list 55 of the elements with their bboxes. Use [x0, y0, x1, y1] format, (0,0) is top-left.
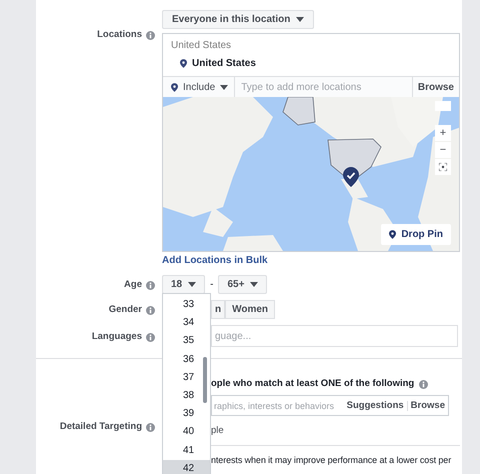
targeting-search-field[interactable]: raphics, interests or behaviors Suggestions Browse: [211, 395, 449, 416]
recenter-button[interactable]: [435, 159, 451, 175]
min-age-dropdown[interactable]: 18: [162, 275, 206, 294]
suggestions-button[interactable]: Suggestions: [344, 400, 407, 411]
scrollbar-thumb[interactable]: [203, 357, 207, 403]
field-label: Detailed Targeting: [60, 421, 142, 432]
age-option[interactable]: 38: [163, 386, 210, 406]
caret-icon: [220, 84, 228, 90]
gender-option[interactable]: n: [211, 300, 226, 319]
location-pin-icon: [180, 59, 187, 68]
location-pin-icon: [389, 230, 396, 239]
field-label: Languages: [92, 330, 142, 342]
info-icon: [146, 31, 155, 40]
expansion-text: nterests when it may improve performance at a lower cost per: [211, 455, 452, 465]
field-label: Age: [124, 279, 142, 290]
add-locations-link[interactable]: Add Locations in Bulk: [162, 255, 268, 266]
info-icon: [146, 281, 155, 290]
age-option[interactable]: 40: [163, 423, 210, 442]
recenter-icon: [439, 163, 447, 171]
age-option[interactable]: 36: [163, 350, 210, 369]
targeting-heading: ople who match at least ONE of the following: [211, 378, 414, 389]
max-age-dropdown[interactable]: 65+: [218, 275, 268, 294]
language-field[interactable]: guage...: [211, 325, 458, 347]
info-icon: [146, 332, 155, 342]
exclude-link[interactable]: ple: [211, 425, 224, 436]
age-option[interactable]: 33: [163, 296, 210, 314]
range-separator: -: [209, 279, 214, 290]
caret-icon: [188, 282, 196, 287]
browse-button[interactable]: Browse: [408, 400, 448, 411]
browse-button[interactable]: Browse: [412, 77, 459, 97]
location-search-field[interactable]: Type to add more locations: [235, 77, 412, 97]
age-option[interactable]: 35: [163, 332, 210, 351]
drop-pin-button[interactable]: Drop Pin: [381, 224, 451, 245]
info-icon: [146, 306, 155, 315]
location-pin-icon: [171, 82, 178, 92]
age-option[interactable]: 41: [163, 442, 210, 460]
map-control-button[interactable]: [435, 101, 451, 111]
map-pin-icon: [343, 167, 359, 187]
age-option[interactable]: 37: [163, 368, 210, 387]
age-option[interactable]: 42: [163, 460, 210, 474]
info-icon: [419, 380, 428, 389]
zoom-out-button[interactable]: −: [435, 142, 451, 158]
caret-icon: [296, 17, 304, 22]
field-label: Gender: [108, 304, 142, 315]
audience-dropdown[interactable]: Everyone in this location: [162, 10, 314, 29]
zoom-in-button[interactable]: +: [435, 125, 451, 141]
info-icon: [146, 423, 155, 432]
gender-option[interactable]: Women: [225, 300, 276, 319]
caret-icon: [250, 282, 258, 287]
age-option[interactable]: 34: [163, 314, 210, 332]
field-label: Locations: [97, 29, 142, 40]
age-option[interactable]: 39: [163, 405, 210, 424]
include-dropdown[interactable]: Include: [163, 77, 236, 97]
selected-location[interactable]: United States: [192, 58, 256, 69]
location-group-title: United States: [171, 40, 232, 51]
